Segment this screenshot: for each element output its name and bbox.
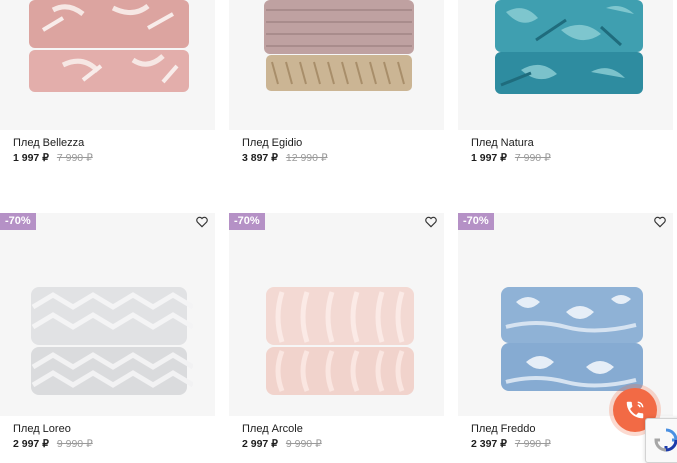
price-row: 2 997 ₽ 9 990 ₽ [13,438,93,450]
product-grid: Плед Bellezza 1 997 ₽ 7 990 ₽ Плед Egidio… [0,0,677,463]
product-card[interactable]: Плед Egidio 3 897 ₽ 12 990 ₽ [229,0,444,175]
product-card[interactable]: -70% Плед Arcole 2 997 ₽ 9 990 ₽ [229,213,444,463]
blanket-image-freddo [500,287,643,391]
blanket-image-arcole [265,287,414,395]
recaptcha-icon [654,428,677,452]
product-name[interactable]: Плед Loreo [13,423,71,435]
product-old-price: 7 990 ₽ [514,152,551,164]
product-price: 1 997 ₽ [471,152,507,164]
product-old-price: 9 990 ₽ [285,438,322,450]
product-card[interactable]: Плед Natura 1 997 ₽ 7 990 ₽ [458,0,673,175]
product-price: 2 997 ₽ [242,438,278,450]
price-row: 1 997 ₽ 7 990 ₽ [13,152,93,164]
blanket-image-egidio [263,0,414,91]
product-old-price: 7 990 ₽ [514,438,551,450]
blanket-image-loreo [30,287,193,395]
product-name[interactable]: Плед Freddo [471,423,536,435]
phone-icon [626,401,644,419]
price-row: 2 397 ₽ 7 990 ₽ [471,438,551,450]
blanket-image-natura [494,0,643,94]
product-old-price: 7 990 ₽ [56,152,93,164]
heart-icon[interactable] [424,215,438,229]
blanket-image-bellezza [28,0,189,92]
discount-badge: -70% [229,213,265,230]
discount-badge: -70% [458,213,494,230]
product-image[interactable] [0,0,215,130]
product-price: 3 897 ₽ [242,152,278,164]
discount-badge: -70% [0,213,36,230]
product-name[interactable]: Плед Bellezza [13,137,84,149]
product-price: 1 997 ₽ [13,152,49,164]
product-image[interactable] [458,0,673,130]
product-old-price: 12 990 ₽ [285,152,328,164]
product-price: 2 997 ₽ [13,438,49,450]
product-image[interactable] [229,0,444,130]
product-price: 2 397 ₽ [471,438,507,450]
product-image[interactable]: -70% [458,213,673,416]
recaptcha-badge[interactable] [645,418,677,463]
heart-icon[interactable] [195,215,209,229]
product-name[interactable]: Плед Arcole [242,423,303,435]
product-card[interactable]: Плед Bellezza 1 997 ₽ 7 990 ₽ [0,0,215,175]
product-card[interactable]: -70% Плед Loreo 2 997 ₽ 9 990 ₽ [0,213,215,463]
product-image[interactable]: -70% [0,213,215,416]
price-row: 1 997 ₽ 7 990 ₽ [471,152,551,164]
product-old-price: 9 990 ₽ [56,438,93,450]
price-row: 3 897 ₽ 12 990 ₽ [242,152,328,164]
heart-icon[interactable] [653,215,667,229]
product-image[interactable]: -70% [229,213,444,416]
product-name[interactable]: Плед Natura [471,137,534,149]
product-name[interactable]: Плед Egidio [242,137,302,149]
price-row: 2 997 ₽ 9 990 ₽ [242,438,322,450]
